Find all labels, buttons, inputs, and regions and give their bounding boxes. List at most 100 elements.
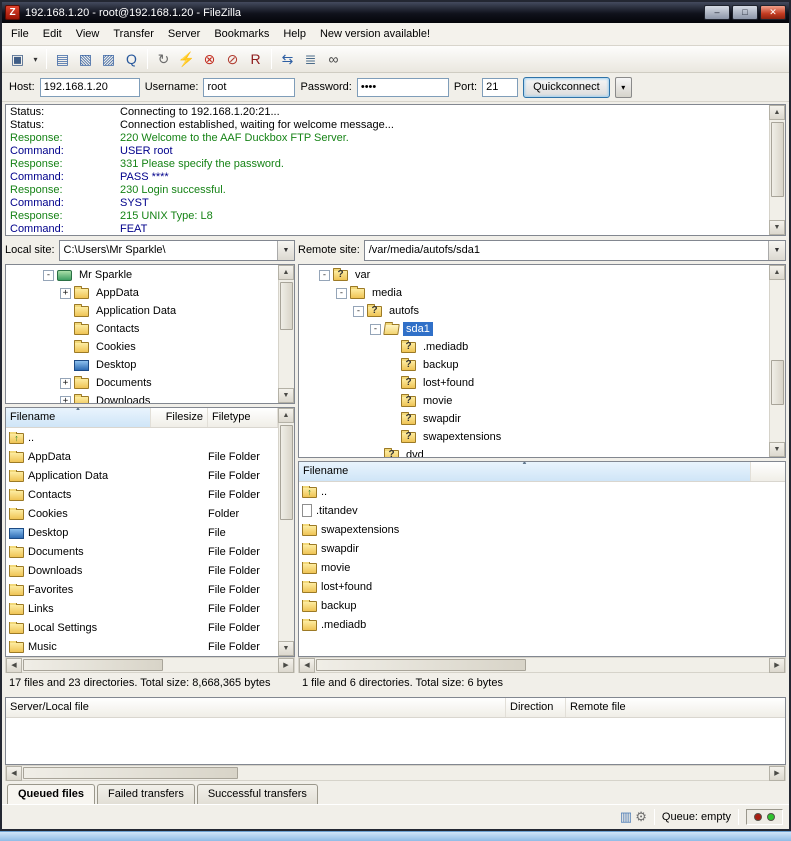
tree-item-label[interactable]: movie bbox=[420, 394, 455, 408]
tree-expander-icon[interactable]: - bbox=[336, 288, 347, 299]
menu-view[interactable]: View bbox=[69, 24, 107, 44]
scroll-down-icon[interactable]: ▼ bbox=[769, 442, 785, 457]
tree-item[interactable]: movie bbox=[299, 392, 768, 410]
scroll-right-icon[interactable]: ▶ bbox=[769, 766, 785, 781]
tree-expander-icon[interactable]: + bbox=[60, 378, 71, 389]
column-header-filename[interactable]: Filename ▲ bbox=[6, 408, 151, 427]
close-button[interactable]: ✕ bbox=[760, 5, 786, 20]
process-queue-icon[interactable]: ⚡ bbox=[175, 48, 198, 70]
toggle-remote-treeview-icon[interactable]: ▨ bbox=[97, 48, 120, 70]
tree-item[interactable]: + Downloads bbox=[6, 392, 277, 403]
tab-queued-files[interactable]: Queued files bbox=[7, 784, 95, 804]
tree-item-label[interactable]: Contacts bbox=[93, 322, 142, 336]
tree-item-label[interactable]: lost+found bbox=[420, 376, 477, 390]
scroll-thumb[interactable] bbox=[316, 659, 526, 671]
tree-item[interactable]: swapextensions bbox=[299, 428, 768, 446]
reconnect-icon[interactable]: R bbox=[244, 48, 267, 70]
queue-body[interactable] bbox=[6, 718, 785, 764]
tree-item-label[interactable]: media bbox=[369, 286, 405, 300]
menu-edit[interactable]: Edit bbox=[36, 24, 69, 44]
local-list-hscrollbar[interactable]: ◀ ▶ bbox=[5, 657, 295, 673]
log-scrollbar[interactable]: ▲ ▼ bbox=[769, 105, 785, 235]
file-row[interactable]: Downloads File Folder bbox=[6, 561, 278, 580]
tab-successful-transfers[interactable]: Successful transfers bbox=[197, 784, 318, 804]
column-header-server-local-file[interactable]: Server/Local file bbox=[6, 698, 506, 717]
scroll-thumb[interactable] bbox=[771, 360, 784, 405]
local-tree-scrollbar[interactable]: ▲ ▼ bbox=[278, 265, 294, 403]
menu-file[interactable]: File bbox=[4, 24, 36, 44]
site-manager-dropdown-icon[interactable]: ▾ bbox=[29, 48, 42, 70]
scroll-down-icon[interactable]: ▼ bbox=[278, 388, 294, 403]
tree-item[interactable]: dvd bbox=[299, 446, 768, 457]
file-row[interactable]: backup bbox=[299, 596, 785, 615]
refresh-icon[interactable]: ↻ bbox=[152, 48, 175, 70]
tree-item[interactable]: - Mr Sparkle bbox=[6, 266, 277, 284]
file-row[interactable]: .mediadb bbox=[299, 615, 785, 634]
tree-item-label[interactable]: autofs bbox=[386, 304, 422, 318]
tree-expander-icon[interactable]: - bbox=[353, 306, 364, 317]
scroll-thumb[interactable] bbox=[280, 425, 293, 520]
remote-list-hscrollbar[interactable]: ◀ ▶ bbox=[298, 657, 786, 673]
file-row[interactable]: .. bbox=[299, 482, 785, 501]
tree-item-label[interactable]: Documents bbox=[93, 376, 155, 390]
sync-indicator-icon[interactable]: ⚙ bbox=[635, 809, 647, 824]
file-row[interactable]: Music File Folder bbox=[6, 637, 278, 656]
scroll-down-icon[interactable]: ▼ bbox=[278, 641, 294, 656]
toggle-queue-icon[interactable]: Q bbox=[120, 48, 143, 70]
maximize-button[interactable]: □ bbox=[732, 5, 758, 20]
file-row[interactable]: Links File Folder bbox=[6, 599, 278, 618]
column-header-filename[interactable]: Filename ▲ bbox=[299, 462, 751, 481]
file-row[interactable]: Documents File Folder bbox=[6, 542, 278, 561]
scroll-thumb[interactable] bbox=[23, 767, 238, 779]
tree-item[interactable]: swapdir bbox=[299, 410, 768, 428]
file-row[interactable]: Favorites File Folder bbox=[6, 580, 278, 599]
username-input[interactable] bbox=[203, 78, 295, 97]
tree-item-label[interactable]: Downloads bbox=[93, 394, 153, 403]
quickconnect-dropdown-icon[interactable]: ▾ bbox=[615, 77, 632, 98]
tree-item-label[interactable]: .mediadb bbox=[420, 340, 471, 354]
cancel-icon[interactable]: ⊗ bbox=[198, 48, 221, 70]
scroll-thumb[interactable] bbox=[23, 659, 163, 671]
site-manager-icon[interactable]: ▣ bbox=[6, 48, 29, 70]
tree-item[interactable]: backup bbox=[299, 356, 768, 374]
file-row[interactable]: swapdir bbox=[299, 539, 785, 558]
tree-item[interactable]: + AppData bbox=[6, 284, 277, 302]
local-site-combobox[interactable]: C:\Users\Mr Sparkle\ ▼ bbox=[59, 240, 295, 261]
scroll-thumb[interactable] bbox=[280, 282, 293, 330]
file-row[interactable]: lost+found bbox=[299, 577, 785, 596]
synchronized-browsing-icon[interactable]: ≣ bbox=[299, 48, 322, 70]
chevron-down-icon[interactable]: ▼ bbox=[277, 241, 294, 260]
menu-help[interactable]: Help bbox=[276, 24, 313, 44]
queue-hscrollbar[interactable]: ◀ ▶ bbox=[5, 765, 786, 781]
menu-new-version-notice[interactable]: New version available! bbox=[313, 24, 437, 44]
tree-item-label[interactable]: Desktop bbox=[93, 358, 139, 372]
tree-item[interactable]: - var bbox=[299, 266, 768, 284]
tree-item-label[interactable]: backup bbox=[420, 358, 461, 372]
quickconnect-button[interactable]: Quickconnect bbox=[523, 77, 610, 98]
file-row[interactable]: .titandev bbox=[299, 501, 785, 520]
column-header-direction[interactable]: Direction bbox=[506, 698, 566, 717]
tree-expander-icon[interactable]: + bbox=[60, 288, 71, 299]
tree-item[interactable]: - autofs bbox=[299, 302, 768, 320]
scroll-right-icon[interactable]: ▶ bbox=[278, 658, 294, 673]
file-row[interactable]: AppData File Folder bbox=[6, 447, 278, 466]
titlebar[interactable]: Z 192.168.1.20 - root@192.168.1.20 - Fil… bbox=[2, 2, 789, 23]
tree-item-label[interactable]: Application Data bbox=[93, 304, 179, 318]
tree-item-label[interactable]: AppData bbox=[93, 286, 142, 300]
tree-item[interactable]: Desktop bbox=[6, 356, 277, 374]
tree-item-label[interactable]: var bbox=[352, 268, 373, 282]
tree-expander-icon[interactable]: - bbox=[319, 270, 330, 281]
tree-item[interactable]: Cookies bbox=[6, 338, 277, 356]
file-row[interactable]: movie bbox=[299, 558, 785, 577]
file-row[interactable]: Cookies Folder bbox=[6, 504, 278, 523]
tree-item[interactable]: + Documents bbox=[6, 374, 277, 392]
tree-item-label[interactable]: dvd bbox=[403, 448, 427, 457]
remote-site-combobox[interactable]: /var/media/autofs/sda1 ▼ bbox=[364, 240, 786, 261]
menu-server[interactable]: Server bbox=[161, 24, 207, 44]
scroll-left-icon[interactable]: ◀ bbox=[6, 658, 22, 673]
remote-tree-scrollbar[interactable]: ▲ ▼ bbox=[769, 265, 785, 457]
toggle-message-log-icon[interactable]: ▤ bbox=[51, 48, 74, 70]
tree-item[interactable]: lost+found bbox=[299, 374, 768, 392]
tree-item-label[interactable]: Cookies bbox=[93, 340, 139, 354]
tree-item[interactable]: - sda1 bbox=[299, 320, 768, 338]
